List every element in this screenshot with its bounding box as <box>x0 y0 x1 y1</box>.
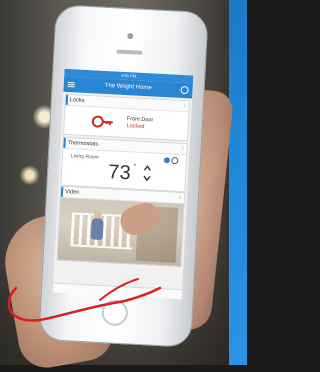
lock-state: Locked <box>126 123 145 131</box>
thermostats-card[interactable]: Thermostats › Living Room 73 ° <box>61 137 187 192</box>
thermostats-title: Thermostats <box>67 140 99 148</box>
red-annotation-stroke <box>7 278 162 322</box>
snowflake-gear-icon[interactable] <box>163 156 179 165</box>
thermostat-row[interactable]: Living Room 73 ° <box>61 149 186 191</box>
chevron-right-icon[interactable]: › <box>179 193 182 203</box>
temperature-value: 73 <box>107 161 132 185</box>
chevron-right-icon[interactable]: › <box>183 101 186 111</box>
blue-edge-decoration <box>229 0 247 365</box>
locks-title: Locks <box>69 97 85 104</box>
front-camera <box>127 33 134 40</box>
locks-card[interactable]: Locks › Front Door Locked <box>64 94 189 141</box>
video-child <box>90 217 104 240</box>
lock-row[interactable]: Front Door Locked <box>64 106 188 140</box>
earpiece-speaker <box>116 49 143 55</box>
video-title: Video <box>64 188 80 196</box>
up-down-arrow-icon[interactable] <box>142 163 153 183</box>
status-time: 9:51 PM <box>121 72 137 79</box>
key-icon <box>91 115 113 128</box>
chevron-right-icon[interactable]: › <box>181 144 184 154</box>
temperature-degree: ° <box>133 163 137 171</box>
room-label: Living Room <box>70 153 99 161</box>
